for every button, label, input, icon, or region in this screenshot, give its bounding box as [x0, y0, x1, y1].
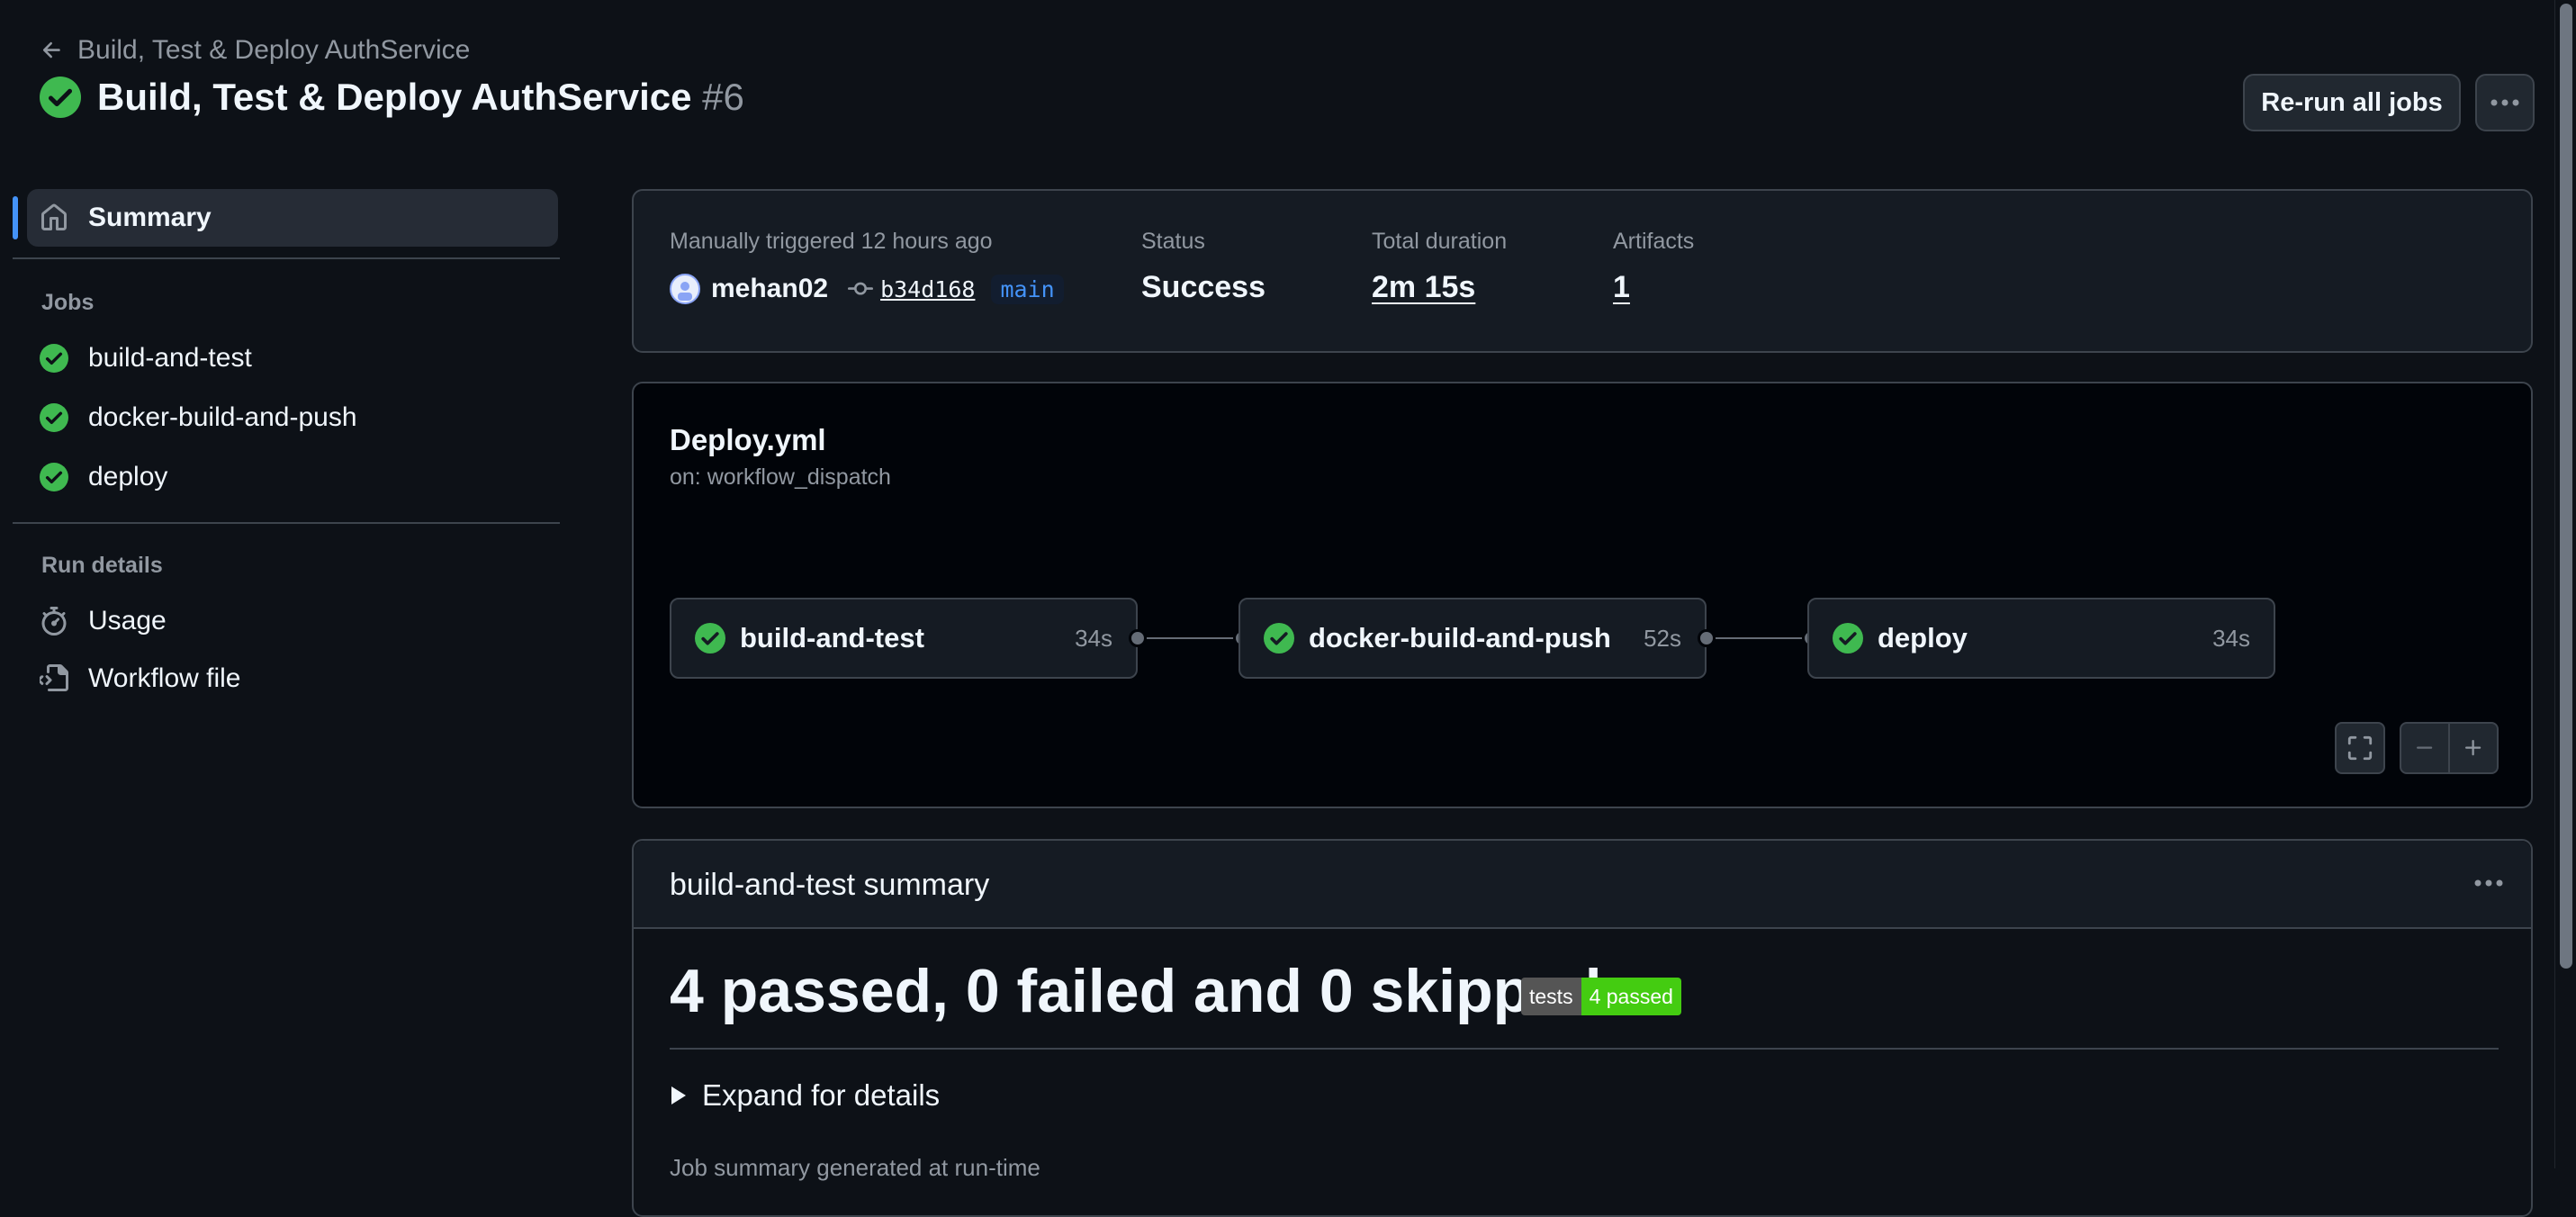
- summary-heading: 4 passed, 0 failed and 0 skipped: [670, 957, 1602, 1025]
- tests-badge: tests 4 passed: [1521, 978, 1681, 1015]
- zoom-out-button[interactable]: [2401, 724, 2448, 772]
- sidebar-divider: [13, 257, 560, 259]
- active-indicator: [13, 196, 18, 239]
- sidebar-item-workflow-file[interactable]: Workflow file: [40, 654, 240, 704]
- status-value: Success: [1141, 270, 1265, 304]
- arrow-left-icon: [42, 41, 60, 59]
- more-options-button[interactable]: [2475, 74, 2535, 131]
- graph-job-name: build-and-test: [740, 622, 924, 654]
- graph-job-duration: 34s: [1075, 624, 1112, 652]
- run-details-heading: Run details: [41, 553, 163, 578]
- summary-divider: [670, 1048, 2499, 1050]
- status-label: Status: [1141, 229, 1205, 254]
- branch-label[interactable]: main: [991, 274, 1064, 304]
- artifacts-value[interactable]: 1: [1613, 270, 1630, 305]
- connector-line: [1716, 637, 1804, 639]
- scrollbar-thumb[interactable]: [2560, 4, 2572, 969]
- badge-label: tests: [1521, 978, 1581, 1015]
- page-title: Build, Test & Deploy AuthService #6: [97, 76, 744, 119]
- check-circle-icon: [40, 463, 68, 491]
- expand-details-toggle[interactable]: Expand for details: [670, 1078, 940, 1113]
- graph-job-node[interactable]: docker-build-and-push 52s: [1238, 598, 1707, 679]
- sidebar-item-label: build-and-test: [88, 343, 252, 373]
- workflow-name: Deploy.yml: [670, 423, 826, 456]
- back-link[interactable]: Build, Test & Deploy AuthService: [40, 32, 470, 68]
- screen-full-icon: [2347, 735, 2373, 761]
- summary-header: build-and-test summary: [634, 841, 2531, 929]
- home-icon: [41, 203, 67, 230]
- connector-dot: [1698, 629, 1716, 647]
- badge-value: 4 passed: [1581, 978, 1681, 1015]
- file-code-icon: [40, 664, 68, 691]
- connector-line: [1147, 637, 1235, 639]
- git-commit-icon: [848, 282, 874, 295]
- actor-row: mehan02 b34d168 main: [670, 274, 1064, 304]
- avatar-image-icon: [678, 282, 692, 301]
- actor-name[interactable]: mehan02: [711, 274, 828, 304]
- expand-details-label: Expand for details: [702, 1078, 941, 1112]
- check-circle-icon: [1833, 623, 1863, 654]
- check-circle-icon: [695, 623, 725, 654]
- commit-link[interactable]: b34d168: [848, 276, 975, 302]
- job-summary-card: build-and-test summary 4 passed, 0 faile…: [632, 839, 2533, 1217]
- summary-options-button[interactable]: [2473, 868, 2504, 903]
- sidebar-item-label: docker-build-and-push: [88, 402, 357, 432]
- sidebar-item-usage[interactable]: Usage: [40, 596, 167, 646]
- run-number: #6: [702, 76, 744, 118]
- summary-title: build-and-test summary: [670, 868, 990, 902]
- graph-job-node[interactable]: deploy 34s: [1807, 598, 2275, 679]
- graph-job-duration: 34s: [2212, 624, 2250, 652]
- graph-job-duration: 52s: [1644, 624, 1681, 652]
- rerun-all-jobs-button[interactable]: Re-run all jobs: [2243, 74, 2461, 131]
- check-circle-icon: [1264, 623, 1294, 654]
- run-meta-card: Manually triggered 12 hours ago mehan02 …: [632, 189, 2533, 353]
- avatar[interactable]: [670, 274, 700, 304]
- page-title-row: Build, Test & Deploy AuthService #6: [40, 76, 744, 119]
- duration-value[interactable]: 2m 15s: [1372, 270, 1475, 305]
- sidebar-divider: [13, 522, 560, 524]
- workflow-trigger: on: workflow_dispatch: [670, 464, 891, 490]
- sidebar-item-summary-content[interactable]: Summary: [40, 193, 212, 243]
- sidebar-item-label: deploy: [88, 462, 168, 491]
- check-circle-icon: [40, 403, 68, 432]
- kebab-horizontal-icon: [2474, 879, 2503, 887]
- workflow-graph-card: Deploy.yml on: workflow_dispatch build-a…: [632, 382, 2533, 808]
- stopwatch-icon: [41, 607, 67, 636]
- zoom-controls: [2400, 722, 2499, 774]
- zoom-in-button[interactable]: [2448, 724, 2497, 772]
- dash-icon: [2417, 746, 2433, 749]
- plus-icon: [2465, 740, 2481, 756]
- check-circle-icon: [40, 77, 81, 118]
- artifacts-label: Artifacts: [1613, 229, 1695, 254]
- trigger-text: Manually triggered 12 hours ago: [670, 229, 993, 254]
- jobs-heading: Jobs: [41, 290, 95, 315]
- graph-job-name: deploy: [1878, 622, 1968, 654]
- fullscreen-button[interactable]: [2335, 722, 2385, 774]
- sidebar-item-job[interactable]: deploy: [40, 452, 167, 502]
- sidebar-item-label: Workflow file: [88, 663, 241, 693]
- check-circle-icon: [40, 344, 68, 373]
- back-link-label: Build, Test & Deploy AuthService: [77, 35, 471, 65]
- sidebar-item-summary-label: Summary: [88, 203, 212, 232]
- connector-dot: [1129, 629, 1147, 647]
- triangle-right-icon: [671, 1086, 686, 1104]
- sidebar-item-label: Usage: [88, 606, 167, 636]
- graph-job-node[interactable]: build-and-test 34s: [670, 598, 1138, 679]
- graph-job-name: docker-build-and-push: [1309, 622, 1611, 654]
- duration-label: Total duration: [1372, 229, 1508, 254]
- commit-sha[interactable]: b34d168: [880, 276, 975, 302]
- kebab-horizontal-icon: [2490, 99, 2519, 106]
- workflow-title: Build, Test & Deploy AuthService: [97, 76, 692, 118]
- sidebar-item-job[interactable]: build-and-test: [40, 333, 252, 383]
- sidebar-item-job[interactable]: docker-build-and-push: [40, 392, 357, 443]
